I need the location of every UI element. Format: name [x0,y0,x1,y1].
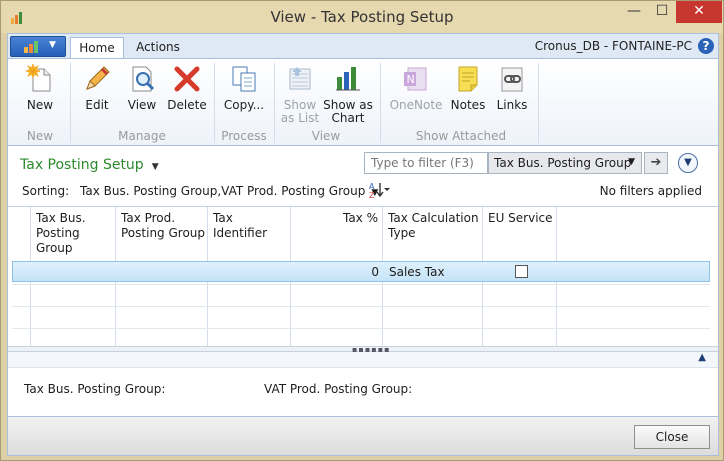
copy-button[interactable]: Copy... [218,61,270,131]
ribbon-separator [380,63,381,143]
ribbon-separator [538,63,539,143]
tab-home[interactable]: Home [70,37,124,60]
filter-field-value: Tax Bus. Posting Group [494,156,632,170]
sorting-label: Sorting: [22,184,70,198]
column-header-tax-pct[interactable]: Tax % [294,211,378,226]
group-label-new: New [26,129,54,143]
close-button[interactable]: Close [634,425,710,449]
chevron-down-icon: ▼ [628,157,635,167]
delete-button[interactable]: Delete [164,61,210,131]
eu-service-checkbox[interactable] [515,265,528,278]
apply-filter-arrow-button[interactable]: ➔ [644,152,668,174]
help-icon[interactable]: ? [698,38,714,54]
dynamics-logo-icon [24,41,38,53]
list-icon [289,67,311,90]
edit-button-label: Edit [85,98,109,112]
table-row[interactable] [12,328,710,346]
factbox-header: ▲ [8,352,718,368]
svg-text:A: A [369,182,375,191]
ribbon-separator [70,63,71,143]
sort-order-icon[interactable]: A Z [368,181,390,199]
show-as-chart-label: Show as Chart [323,98,373,125]
tab-actions[interactable]: Actions [130,37,186,60]
new-document-icon [26,64,51,92]
new-button[interactable]: New [14,61,66,131]
title-bar: View - Tax Posting Setup — ☐ ✕ [1,1,723,33]
chevron-down-icon: ▼ [49,40,56,50]
column-header-eu-service[interactable]: EU Service [488,211,554,226]
chain-link-icon [501,67,523,92]
pencil-icon [86,66,110,90]
data-grid: Tax Bus. Posting Group Tax Prod. Posting… [8,206,718,346]
chevron-up-icon[interactable]: ▲ [698,352,706,363]
table-row[interactable]: 0 Sales Tax [12,261,710,282]
group-label-view: View [311,129,341,143]
show-as-chart-button[interactable]: Show as Chart [322,61,374,131]
new-button-label: New [26,98,54,112]
show-as-list-button[interactable]: Show as List [278,61,322,131]
notes-button[interactable]: Notes [446,61,490,131]
factbox-field-tax-bus: Tax Bus. Posting Group: [24,382,166,396]
group-label-process: Process [221,129,267,143]
show-as-list-label: Show as List [280,98,320,125]
delete-x-icon [174,66,200,92]
column-header-tax-bus-posting-group[interactable]: Tax Bus. Posting Group [36,211,112,256]
group-label-manage: Manage [118,129,166,143]
delete-button-label: Delete [167,98,207,112]
column-header-tax-prod-posting-group[interactable]: Tax Prod. Posting Group [121,211,207,241]
notes-label: Notes [450,98,486,112]
column-header-tax-calculation-type[interactable]: Tax Calculation Type [388,211,480,241]
links-button[interactable]: Links [490,61,534,131]
onenote-label: OneNote [389,98,443,112]
view-button[interactable]: View [120,61,164,131]
search-filter-input[interactable]: Type to filter (F3) [364,152,488,174]
view-button-label: View [127,98,157,112]
application-window: View - Tax Posting Setup — ☐ ✕ ▼ Home Ac… [0,0,724,461]
application-menu-button[interactable]: ▼ [10,36,66,57]
filters-status: No filters applied [599,184,702,198]
sticky-note-icon [458,66,478,92]
maximize-button[interactable]: ☐ [649,1,675,23]
factbox-field-vat-prod: VAT Prod. Posting Group: [264,382,413,396]
window-title: View - Tax Posting Setup [270,8,454,26]
edit-button[interactable]: Edit [74,61,120,131]
ribbon-tab-strip: ▼ Home Actions Cronus_DB - FONTAINE-PC ? [7,33,719,60]
ribbon-separator [274,63,275,143]
column-header-tax-identifier[interactable]: Tax Identifier [213,211,289,241]
copy-documents-icon [232,66,256,92]
sorting-select[interactable]: Tax Bus. Posting Group,VAT Prod. Posting… [80,184,378,198]
links-label: Links [496,98,528,112]
chart-icon [336,67,360,91]
svg-text:Z: Z [369,191,375,199]
cell-calc-type[interactable]: Sales Tax [389,265,445,279]
chevron-down-icon: ▼ [151,162,159,172]
ribbon-separator [214,63,215,143]
sorting-value: Tax Bus. Posting Group,VAT Prod. Posting… [80,184,366,198]
window-close-button[interactable]: ✕ [676,1,722,23]
magnifier-document-icon [132,66,155,92]
group-label-show-attached: Show Attached [415,129,507,143]
minimize-button[interactable]: — [621,1,647,23]
company-label: Cronus_DB - FONTAINE-PC [534,39,692,53]
page-title[interactable]: Tax Posting Setup ▼ [20,157,159,173]
onenote-button[interactable]: N OneNote [388,61,444,131]
svg-text:N: N [407,73,415,86]
onenote-icon: N [404,67,427,91]
expand-filter-pane-button[interactable]: ▼ [678,153,698,173]
page-title-text: Tax Posting Setup [20,157,144,173]
table-row[interactable] [12,306,710,327]
details-factbox: ▲ Tax Bus. Posting Group: VAT Prod. Post… [8,352,718,416]
ribbon: New New Edit View Delete Manage Copy... … [7,58,719,146]
table-row[interactable] [12,284,710,305]
content-area: Tax Posting Setup ▼ Type to filter (F3) T… [7,146,719,416]
copy-button-label: Copy... [223,98,265,112]
filter-field-select[interactable]: Tax Bus. Posting Group ▼ [488,152,642,174]
dialog-footer: Close [7,416,719,456]
cell-tax-pct[interactable]: 0 [295,265,379,279]
